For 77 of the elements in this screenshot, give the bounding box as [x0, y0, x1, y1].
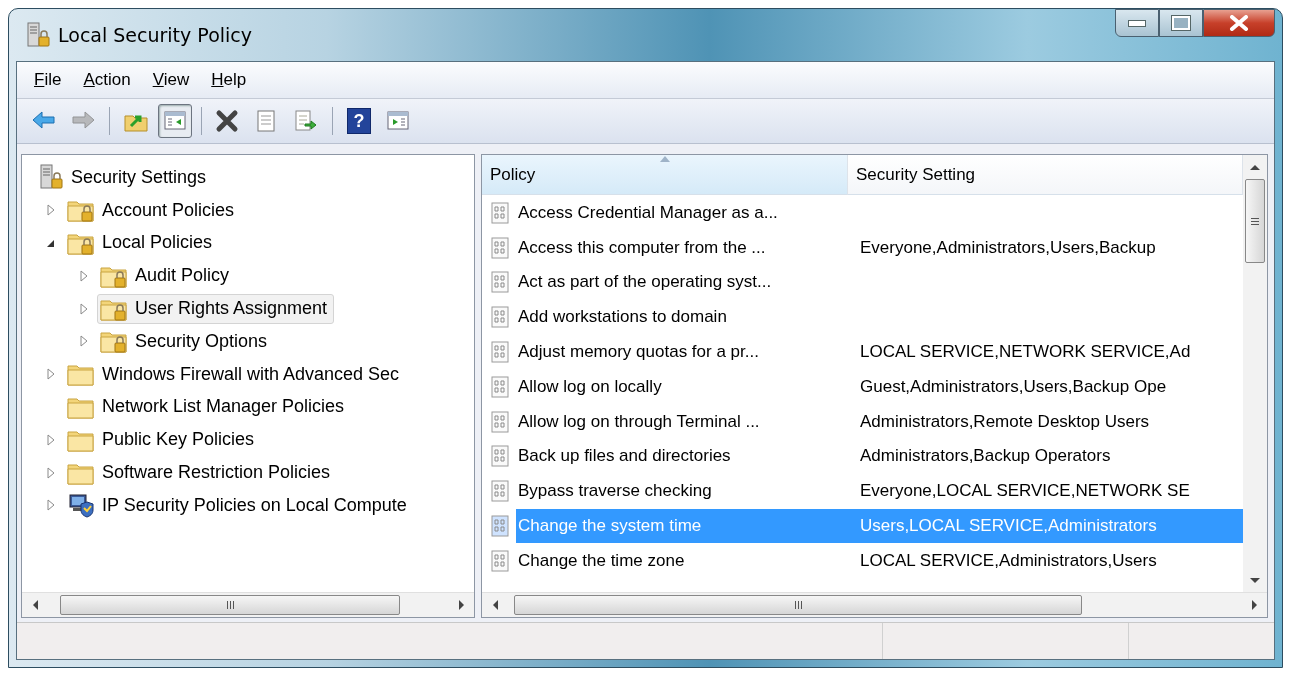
app-icon	[24, 22, 50, 48]
table-cell-text: Allow log on through Terminal ...	[517, 410, 761, 433]
table-cell-text: LOCAL SERVICE,NETWORK SERVICE,Ad	[859, 342, 1192, 363]
column-header[interactable]: Policy	[482, 155, 848, 195]
policy-icon	[490, 306, 510, 329]
policy-row[interactable]: Access Credential Manager as a...	[482, 196, 1243, 230]
table-cell-text: Change the time zone	[517, 549, 686, 572]
table-cell-text: Allow log on locally	[517, 375, 663, 398]
policy-icon	[490, 375, 510, 398]
table-cell-text: Everyone,Administrators,Users,Backup	[859, 237, 1157, 258]
policy-row[interactable]: Act as part of the operating syst...	[482, 265, 1243, 300]
table-cell-text: Back up files and directories	[517, 445, 732, 468]
table-cell-text: Guest,Administrators,Users,Backup Ope	[859, 376, 1168, 397]
policy-icon	[490, 236, 510, 259]
policy-row[interactable]: Access this computer from the ... Everyone,Administrators,Users,Backup	[482, 230, 1243, 265]
policy-row[interactable]: Change the time zone LOCAL SERVICE,Administrators,Users	[482, 543, 1243, 578]
tree-item[interactable]: Public Key Policies	[64, 424, 262, 455]
table-cell-text: Change the system time	[517, 515, 703, 538]
policy-icon	[490, 201, 510, 224]
policy-icon	[490, 271, 510, 294]
policy-row[interactable]: Allow log on through Terminal ... Administrators,Remote Desktop Users	[482, 404, 1243, 439]
table-cell-text: Bypass traverse checking	[517, 480, 713, 503]
vertical-scrollbar[interactable]	[1243, 155, 1267, 592]
help-button[interactable]: ?	[347, 108, 371, 134]
tree-item[interactable]: Audit Policy	[97, 260, 237, 291]
table-cell-text: LOCAL SERVICE,Administrators,Users	[859, 550, 1158, 571]
policy-icon	[490, 549, 510, 572]
tree-item[interactable]: Network List Manager Policies	[64, 391, 352, 422]
server-lock-icon	[37, 164, 63, 191]
tree-item[interactable]: IP Security Policies on Local Compute	[64, 490, 414, 521]
maximize-button[interactable]	[1159, 9, 1203, 37]
horizontal-scrollbar[interactable]	[482, 592, 1267, 617]
scrollbar-thumb[interactable]	[514, 595, 1082, 615]
table-cell-text: Access Credential Manager as a...	[517, 201, 779, 224]
close-button[interactable]	[1203, 9, 1275, 37]
table-cell-text: Act as part of the operating syst...	[517, 271, 773, 294]
table-cell-text: Administrators,Backup Operators	[859, 446, 1112, 467]
table-cell-text: Adjust memory quotas for a pr...	[517, 341, 760, 364]
policy-row[interactable]: Bypass traverse checking Everyone,LOCAL SERVICE,NETWORK SE	[482, 474, 1243, 509]
table-cell-text: Add workstations to domain	[517, 306, 728, 329]
pane-toggle-icon	[162, 109, 188, 133]
tree-item[interactable]: Security Settings	[34, 162, 214, 193]
policy-icon	[490, 341, 510, 364]
tree-item[interactable]: User Rights Assignment	[97, 293, 335, 324]
pane-toggle-icon	[385, 109, 411, 133]
scrollbar-thumb[interactable]	[60, 595, 400, 615]
table-cell-text: Users,LOCAL SERVICE,Administrators	[859, 516, 1158, 537]
policy-icon	[490, 410, 510, 433]
pane-toggle-button[interactable]	[158, 104, 192, 138]
policy-row[interactable]: Back up files and directories Administrators,Backup Operators	[482, 439, 1243, 474]
policy-row[interactable]: Adjust memory quotas for a pr... LOCAL SERVICE,NETWORK SERVICE,Ad	[482, 335, 1243, 369]
column-header[interactable]: Security Setting	[848, 155, 1243, 195]
minimize-button[interactable]	[1115, 9, 1159, 37]
network-shield-icon	[67, 492, 94, 519]
policy-row[interactable]: Add workstations to domain	[482, 300, 1243, 335]
menu-item[interactable]: Action	[74, 66, 140, 94]
window-title: Local Security Policy	[58, 24, 253, 46]
table-cell-text: Administrators,Remote Desktop Users	[859, 411, 1151, 432]
close-icon	[1228, 15, 1250, 31]
menu-item[interactable]: File	[25, 66, 71, 94]
sort-arrow-icon	[660, 156, 670, 162]
horizontal-scrollbar[interactable]	[22, 592, 474, 617]
tree-item[interactable]: Windows Firewall with Advanced Sec	[64, 359, 407, 390]
policy-row[interactable]: Allow log on locally Guest,Administrators,Users,Backup Ope	[482, 370, 1243, 404]
menu-item[interactable]: Help	[202, 66, 256, 94]
table-cell-text: Access this computer from the ...	[517, 236, 767, 259]
export-list-icon	[293, 109, 319, 133]
tree-item[interactable]: Account Policies	[64, 195, 242, 226]
tree-item[interactable]: Local Policies	[64, 228, 220, 258]
policy-icon	[490, 480, 510, 503]
tree-item[interactable]: Software Restriction Policies	[64, 457, 338, 488]
policy-icon	[490, 515, 510, 538]
menu-item[interactable]: View	[143, 66, 199, 94]
table-cell-text: Everyone,LOCAL SERVICE,NETWORK SE	[859, 481, 1191, 502]
tree-item[interactable]: Security Options	[97, 326, 275, 357]
policy-icon	[490, 445, 510, 468]
scrollbar-thumb[interactable]	[1245, 179, 1265, 263]
